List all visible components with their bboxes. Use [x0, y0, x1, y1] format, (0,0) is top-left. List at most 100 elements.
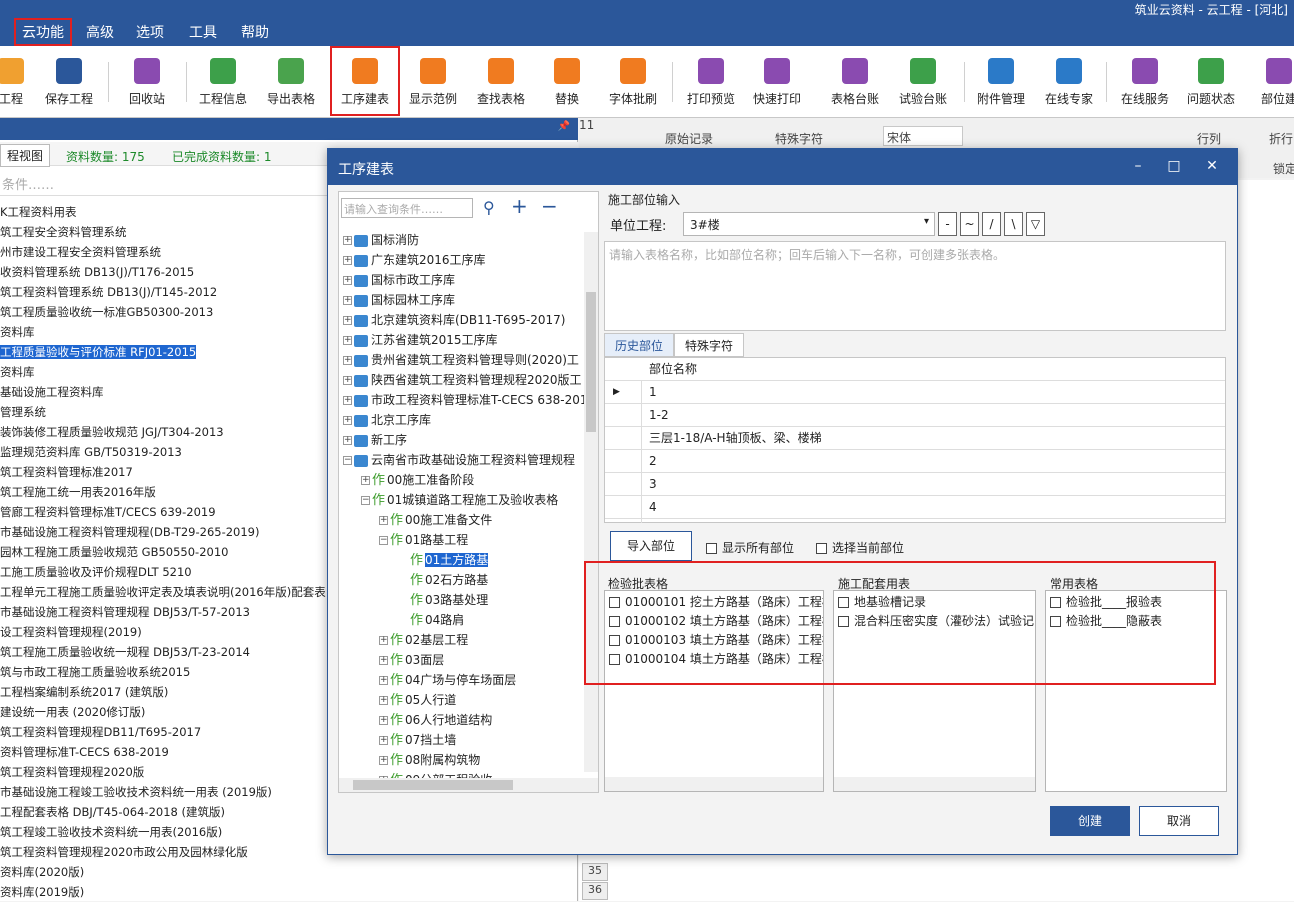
toolbar-button-12[interactable]: 表格台账: [820, 58, 890, 107]
expand-icon[interactable]: +: [343, 296, 352, 305]
toolbar-button-9[interactable]: 字体批刷: [598, 58, 668, 107]
menu-help[interactable]: 帮助: [241, 22, 269, 42]
fold-button[interactable]: 折行: [1269, 130, 1293, 147]
symbol-dash-button[interactable]: -: [938, 212, 957, 236]
tree-vertical-scrollbar[interactable]: [584, 232, 598, 772]
expand-icon[interactable]: +: [343, 416, 352, 425]
tree-node[interactable]: + 作 05人行道: [379, 690, 456, 710]
maximize-icon[interactable]: □: [1164, 158, 1184, 174]
toolbar-button-16[interactable]: 在线服务: [1110, 58, 1180, 107]
toolbar-button-13[interactable]: 试验台账: [888, 58, 958, 107]
tree-node[interactable]: + 作 00施工准备文件: [379, 510, 492, 530]
scroll-thumb[interactable]: [586, 292, 596, 432]
toolbar-button-1[interactable]: 保存工程: [34, 58, 104, 107]
tree-node[interactable]: + 北京工序库: [343, 410, 431, 430]
toolbar-button-18[interactable]: 部位建: [1244, 58, 1294, 107]
table-row[interactable]: 三层1-18/A-H轴顶板、梁、楼梯: [605, 427, 1225, 450]
tree-node[interactable]: 作 04路肩: [397, 610, 464, 630]
expand-icon[interactable]: +: [343, 316, 352, 325]
expand-icon[interactable]: +: [343, 396, 352, 405]
collapse-icon[interactable]: −: [379, 536, 388, 545]
tree-node[interactable]: + 广东建筑2016工序库: [343, 250, 486, 270]
tree-node[interactable]: + 北京建筑资料库(DB11-T695-2017): [343, 310, 565, 330]
menu-options[interactable]: 选项: [136, 22, 164, 42]
horizontal-scrollbar[interactable]: [834, 777, 1035, 791]
unit-select[interactable]: 3#楼 ▾: [683, 212, 935, 236]
tree-search-input[interactable]: 请输入查询条件……: [341, 198, 473, 218]
expand-icon[interactable]: +: [379, 636, 388, 645]
tree-node[interactable]: + 江苏省建筑2015工序库: [343, 330, 498, 350]
show-all-parts-checkbox[interactable]: 显示所有部位: [706, 539, 794, 556]
toolbar-button-10[interactable]: 打印预览: [676, 58, 746, 107]
menu-cloud[interactable]: 云功能: [14, 18, 72, 46]
tree-node[interactable]: 作 02石方路基: [397, 570, 488, 590]
expand-icon[interactable]: +: [361, 476, 370, 485]
expand-icon[interactable]: +: [379, 696, 388, 705]
table-row[interactable]: 1-2: [605, 404, 1225, 427]
tab-special-chars[interactable]: 特殊字符: [674, 333, 745, 357]
search-icon[interactable]: ⚲: [483, 198, 495, 217]
tree-node[interactable]: + 国标消防: [343, 230, 419, 250]
tree-node[interactable]: + 新工序: [343, 430, 407, 450]
import-parts-button[interactable]: 导入部位: [610, 531, 692, 561]
toolbar-button-14[interactable]: 附件管理: [966, 58, 1036, 107]
collapse-icon[interactable]: −: [343, 456, 352, 465]
toolbar-button-2[interactable]: 回收站: [112, 58, 182, 107]
toolbar-button-4[interactable]: 导出表格: [256, 58, 326, 107]
horizontal-scrollbar[interactable]: [605, 777, 823, 791]
tree-node[interactable]: + 作 04广场与停车场面层: [379, 670, 516, 690]
pin-icon[interactable]: 📌: [558, 121, 570, 132]
tree-node[interactable]: − 作 01路基工程: [379, 530, 468, 550]
expand-icon[interactable]: +: [343, 256, 352, 265]
tree-node[interactable]: + 作 06人行地道结构: [379, 710, 492, 730]
original-record-button[interactable]: 原始记录: [665, 130, 713, 147]
row-col-button[interactable]: 行列: [1197, 130, 1221, 147]
expand-icon[interactable]: +: [343, 376, 352, 385]
expand-icon[interactable]: +: [379, 736, 388, 745]
expand-icon[interactable]: +: [379, 516, 388, 525]
tree-node[interactable]: + 作 08附属构筑物: [379, 750, 480, 770]
table-row[interactable]: 2: [605, 450, 1225, 473]
symbol-slash-button[interactable]: /: [982, 212, 1001, 236]
expand-icon[interactable]: +: [379, 656, 388, 665]
tree-node[interactable]: + 贵州省建筑工程资料管理导则(2020)工: [343, 350, 579, 370]
special-char-button[interactable]: 特殊字符: [775, 130, 823, 147]
tree-horizontal-scrollbar[interactable]: [339, 778, 598, 792]
tree-node[interactable]: − 云南省市政基础设施工程资料管理规程: [343, 450, 575, 470]
tree-node[interactable]: + 作 02基层工程: [379, 630, 468, 650]
toolbar-button-15[interactable]: 在线专家: [1034, 58, 1104, 107]
scroll-thumb[interactable]: [353, 780, 513, 790]
toolbar-button-11[interactable]: 快速打印: [742, 58, 812, 107]
symbol-backslash-button[interactable]: \: [1004, 212, 1023, 236]
list-item[interactable]: 资料库(2020版): [0, 862, 580, 882]
toolbar-button-7[interactable]: 查找表格: [466, 58, 536, 107]
cancel-button[interactable]: 取消: [1139, 806, 1219, 836]
tree-node[interactable]: + 国标市政工序库: [343, 270, 455, 290]
minimize-icon[interactable]: –: [1128, 158, 1148, 174]
collapse-icon[interactable]: −: [361, 496, 370, 505]
font-select[interactable]: 宋体: [883, 126, 963, 146]
expand-icon[interactable]: +: [343, 436, 352, 445]
table-row[interactable]: 4: [605, 496, 1225, 519]
tree-node[interactable]: + 市政工程资料管理标准T-CECS 638-201: [343, 390, 587, 410]
toolbar-button-6[interactable]: 显示范例: [398, 58, 468, 107]
tab-project-view[interactable]: 程视图: [0, 144, 51, 167]
symbol-tilde-button[interactable]: ~: [960, 212, 979, 236]
table-row[interactable]: ▶ 1: [605, 381, 1225, 404]
toolbar-button-17[interactable]: 问题状态: [1176, 58, 1246, 107]
table-row[interactable]: 3: [605, 473, 1225, 496]
menu-advanced[interactable]: 高级: [86, 22, 114, 42]
tree-node[interactable]: + 作 07挡土墙: [379, 730, 456, 750]
toolbar-button-3[interactable]: 工程信息: [188, 58, 258, 107]
add-icon[interactable]: +: [511, 194, 528, 218]
tree-node[interactable]: 作 03路基处理: [397, 590, 488, 610]
expand-icon[interactable]: +: [343, 236, 352, 245]
list-item[interactable]: 资料库(2019版): [0, 882, 580, 902]
tree-node[interactable]: + 作 00施工准备阶段: [361, 470, 474, 490]
expand-icon[interactable]: +: [379, 756, 388, 765]
expand-icon[interactable]: +: [343, 336, 352, 345]
expand-icon[interactable]: +: [379, 676, 388, 685]
expand-icon[interactable]: +: [343, 276, 352, 285]
tree-node[interactable]: − 作 01城镇道路工程施工及验收表格: [361, 490, 558, 510]
font-size-select[interactable]: 11: [579, 118, 594, 132]
